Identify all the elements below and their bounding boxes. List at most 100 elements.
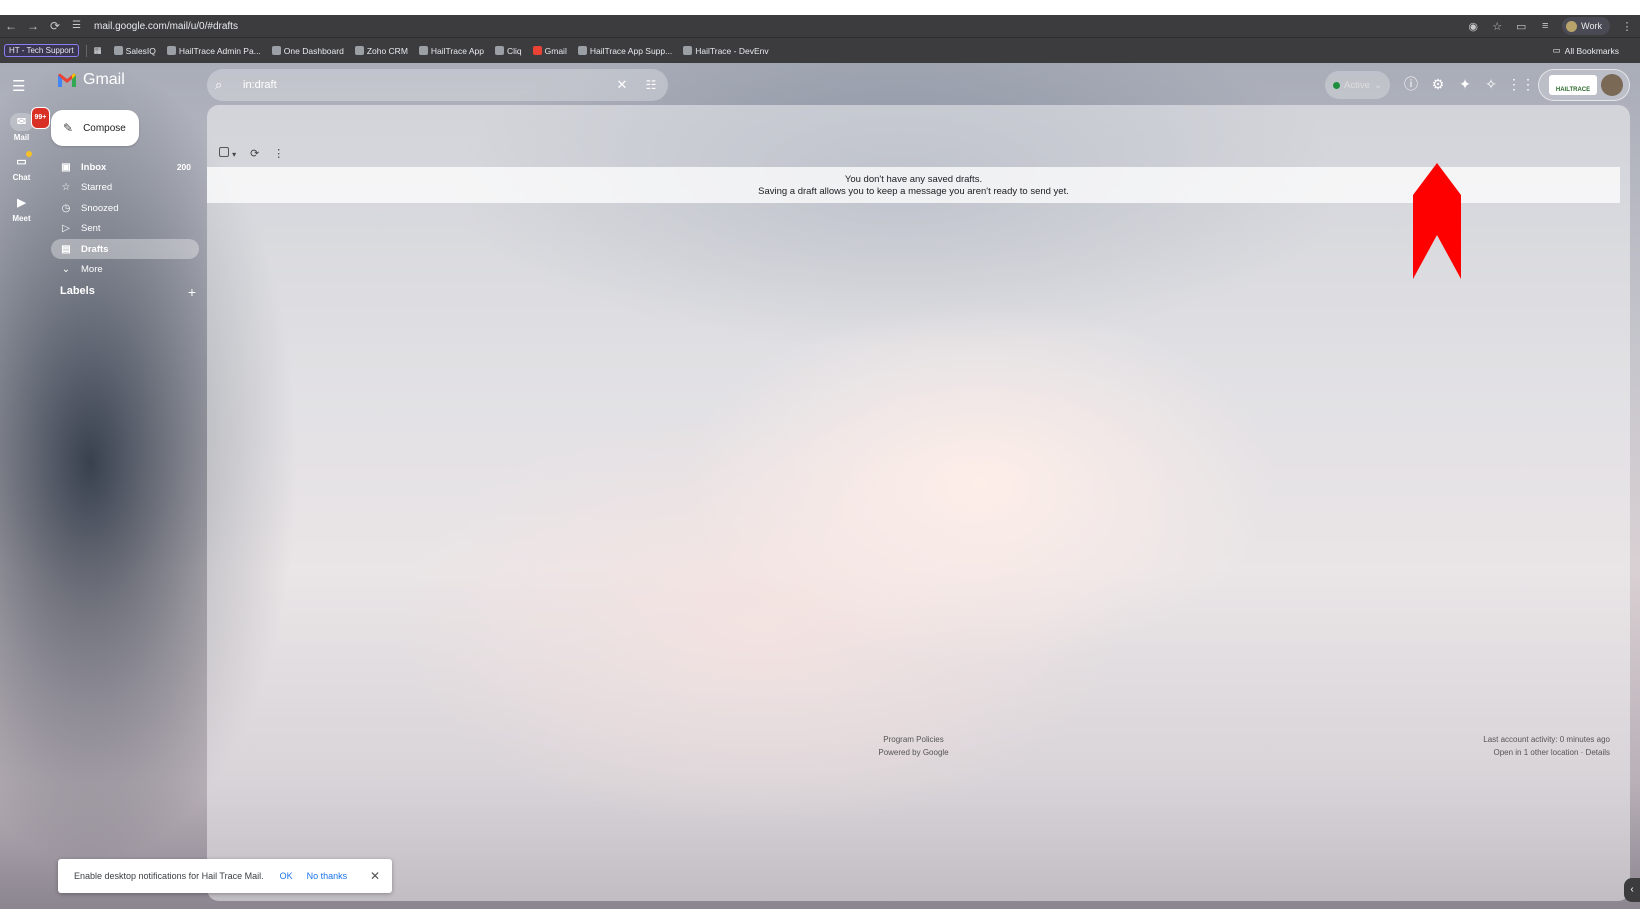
- labels-heading: Labels: [60, 285, 95, 297]
- rail-meet[interactable]: ▶ Meet: [0, 194, 43, 223]
- add-label-icon[interactable]: +: [188, 284, 196, 300]
- side-panel-toggle-icon[interactable]: ‹: [1624, 878, 1640, 902]
- bookmark-favicon-icon: [113, 46, 123, 55]
- nav-inbox[interactable]: ▣ Inbox 200: [51, 157, 199, 177]
- nav-snoozed[interactable]: ◷ Snoozed: [51, 198, 199, 218]
- bookmark-item[interactable]: Zoho CRM: [354, 46, 408, 56]
- unread-badge: 99+: [30, 107, 51, 129]
- window-top-edge: [0, 0, 1640, 15]
- footer-links: Program Policies Powered by Google: [207, 733, 1620, 759]
- nav-label: More: [81, 263, 103, 275]
- apps-icon[interactable]: ▦: [94, 45, 102, 56]
- refresh-icon[interactable]: ⟳: [250, 147, 259, 160]
- main-menu-icon[interactable]: ☰: [12, 77, 30, 95]
- reload-icon[interactable]: ⟳: [44, 19, 66, 33]
- labels-section: Labels +: [60, 284, 196, 300]
- bookmark-favicon-icon: [494, 46, 504, 55]
- rail-mail[interactable]: ✉ 99+ Mail: [0, 107, 51, 142]
- star-icon: ☆: [61, 181, 71, 193]
- nav-label: Starred: [81, 181, 113, 193]
- bookmark-tag[interactable]: HT - Tech Support: [4, 44, 79, 57]
- checkbox-icon: [219, 147, 229, 157]
- notification-text: Enable desktop notifications for Hail Tr…: [74, 871, 264, 881]
- activity-details-link[interactable]: Open in 1 other location · Details: [1483, 746, 1610, 759]
- folder-icon: ▭: [1552, 45, 1561, 55]
- empty-description: Saving a draft allows you to keep a mess…: [758, 186, 1069, 197]
- profile-label: Work: [1581, 21, 1602, 31]
- bookmark-item[interactable]: SalesIQ: [113, 46, 156, 56]
- browser-actions: ◉ ☆ ▭ ≡ Work ⋮: [1466, 17, 1634, 35]
- compose-button[interactable]: ✎ Compose: [51, 110, 139, 146]
- divider: [85, 44, 87, 57]
- bookmark-item[interactable]: Cliq: [494, 46, 522, 56]
- nav-starred[interactable]: ☆ Starred: [51, 177, 199, 197]
- bookmarks-bar: HT - Tech Support ▦ SalesIQ HailTrace Ad…: [0, 37, 1640, 63]
- reading-list-icon[interactable]: ≡: [1538, 20, 1552, 32]
- all-bookmarks[interactable]: ▭ All Bookmarks: [1553, 45, 1619, 56]
- powered-by: Powered by Google: [878, 748, 949, 757]
- gemini-sparkle-icon[interactable]: ✧: [1480, 73, 1502, 95]
- bookmark-star-icon[interactable]: ☆: [1490, 20, 1504, 33]
- nav-label: Inbox: [81, 161, 107, 173]
- nav-sent[interactable]: ▷ Sent: [51, 218, 199, 238]
- more-options-icon[interactable]: ⋮: [273, 147, 284, 160]
- notification-no-thanks-button[interactable]: No thanks: [307, 871, 348, 881]
- video-icon: ▶: [17, 197, 26, 209]
- desktop-notification-banner: Enable desktop notifications for Hail Tr…: [58, 859, 392, 893]
- draft-icon: ▤: [61, 243, 71, 255]
- inbox-icon: ▣: [61, 161, 71, 173]
- profile-button[interactable]: Work: [1562, 17, 1610, 35]
- compose-label: Compose: [83, 122, 126, 134]
- browser-menu-icon[interactable]: ⋮: [1620, 20, 1634, 33]
- close-icon[interactable]: ✕: [370, 869, 380, 883]
- status-button[interactable]: Active ⌄: [1325, 71, 1390, 99]
- notification-ok-button[interactable]: OK: [280, 871, 293, 881]
- inbox-count: 200: [176, 162, 191, 172]
- nav-more[interactable]: ⌄ More: [51, 259, 199, 279]
- status-dot: [1333, 81, 1340, 89]
- program-policies-link[interactable]: Program Policies: [207, 733, 1620, 746]
- account-activity: Last account activity: 0 minutes ago Ope…: [1483, 733, 1610, 759]
- chevron-down-icon: ⌄: [1373, 79, 1382, 91]
- search-bar: ⌕ ✕ ☷: [207, 69, 668, 101]
- bookmark-item[interactable]: Gmail: [532, 46, 567, 56]
- bookmark-item[interactable]: HailTrace App: [418, 46, 484, 56]
- status-label: Active: [1344, 79, 1370, 91]
- nav-drafts[interactable]: ▤ Drafts: [51, 239, 199, 259]
- apps-grid-icon[interactable]: ⋮⋮: [1507, 73, 1535, 95]
- rail-chat[interactable]: ▭ Chat: [0, 151, 43, 182]
- select-all-checkbox[interactable]: ▾: [219, 147, 236, 160]
- account-button[interactable]: HAILTRACE: [1538, 69, 1630, 101]
- bookmark-item[interactable]: HailTrace App Supp...: [577, 46, 672, 56]
- cast-icon[interactable]: ▭: [1514, 20, 1528, 33]
- empty-state: You don't have any saved drafts. Saving …: [207, 167, 1620, 203]
- nav-label: Sent: [81, 222, 101, 234]
- bookmark-item[interactable]: HailTrace Admin Pa...: [166, 46, 261, 56]
- site-info-icon[interactable]: ☰: [72, 20, 86, 32]
- forward-icon[interactable]: →: [22, 19, 44, 33]
- profile-avatar: [1566, 20, 1578, 32]
- bookmark-item[interactable]: One Dashboard: [271, 46, 344, 56]
- back-icon[interactable]: ←: [0, 19, 22, 33]
- gmail-favicon-icon: [532, 46, 542, 55]
- address-bar[interactable]: mail.google.com/mail/u/0/#drafts: [94, 21, 238, 32]
- app-name: Gmail: [83, 71, 125, 88]
- browser-toolbar: ← → ⟳ ☰ mail.google.com/mail/u/0/#drafts…: [0, 15, 1640, 37]
- red-arrow-annotation-icon: [1413, 163, 1461, 279]
- rail-meet-label: Meet: [12, 214, 31, 223]
- productivity-icon[interactable]: ✦: [1454, 73, 1476, 95]
- search-input[interactable]: [243, 79, 610, 91]
- search-icon[interactable]: ⌕: [215, 77, 243, 93]
- gmail-m-icon: [58, 73, 76, 87]
- help-icon[interactable]: ⓘ: [1400, 73, 1422, 95]
- eye-icon[interactable]: ◉: [1466, 20, 1480, 33]
- rail-mail-label: Mail: [13, 133, 30, 142]
- search-options-icon[interactable]: ☷: [634, 78, 668, 92]
- clear-search-icon[interactable]: ✕: [610, 77, 634, 93]
- bookmark-item[interactable]: HailTrace - DevEnv: [683, 46, 769, 56]
- bookmark-favicon-icon: [683, 46, 693, 55]
- chat-icon: ▭: [10, 151, 34, 171]
- settings-gear-icon[interactable]: ⚙: [1427, 73, 1449, 95]
- bookmark-favicon-icon: [166, 46, 176, 55]
- gmail-logo[interactable]: Gmail: [57, 71, 125, 89]
